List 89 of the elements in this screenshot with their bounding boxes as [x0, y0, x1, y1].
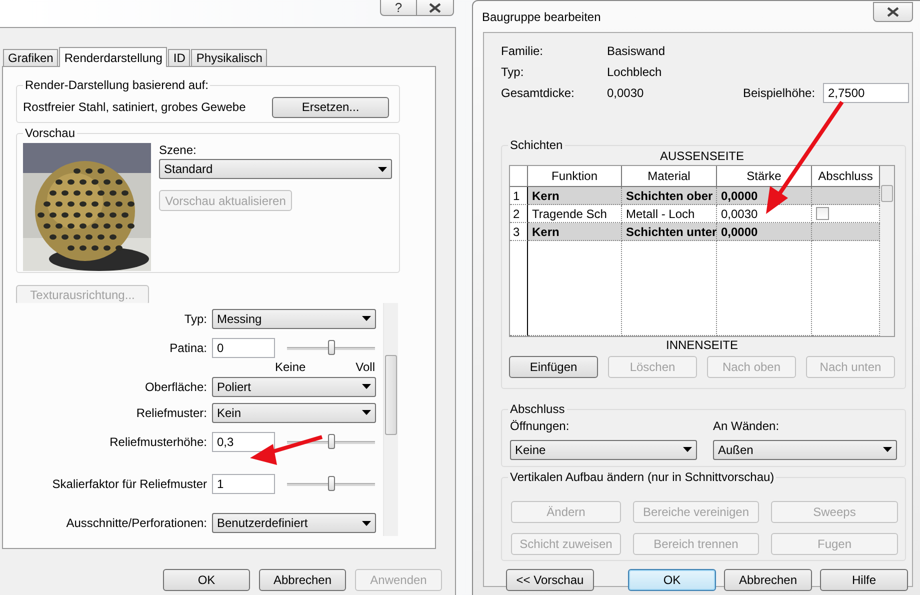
scale-label: Keine: [275, 360, 306, 374]
slider[interactable]: [287, 338, 375, 358]
table-cell: Kern: [528, 223, 622, 241]
dropdown-arrow-icon: [362, 384, 371, 390]
dropdown[interactable]: Kein: [212, 402, 376, 423]
scale-label: Voll: [356, 360, 375, 374]
checkbox[interactable]: [816, 207, 829, 220]
row-number: 1: [510, 187, 528, 205]
material-name: Rostfreier Stahl, satiniert, grobes Gewebe: [23, 100, 246, 114]
table-cell: Schichten unter: [622, 223, 717, 241]
close-icon: [887, 7, 899, 17]
field-value: Lochblech: [607, 64, 663, 80]
field-label: Gesamtdicke:: [501, 85, 576, 102]
close-button[interactable]: [873, 2, 913, 22]
field-value: 0,0030: [607, 85, 645, 102]
dropdown-arrow-icon: [362, 520, 371, 526]
column-header: Stärke: [717, 166, 812, 187]
scrollbar[interactable]: [383, 303, 398, 536]
field-label: Patina:: [168, 340, 207, 355]
field-label: An Wänden:: [713, 419, 780, 435]
tab[interactable]: Renderdarstellung: [59, 47, 168, 67]
table-cell: Schichten ober: [622, 187, 717, 205]
group-label: Render-Darstellung basierend auf:: [23, 78, 210, 92]
button[interactable]: Einfügen: [509, 356, 598, 378]
window-title: Baugruppe bearbeiten: [482, 10, 601, 24]
dropdown-arrow-icon: [378, 166, 387, 172]
tab[interactable]: ID: [168, 49, 190, 66]
column-header: Abschluss: [812, 166, 880, 187]
input-field[interactable]: 2,7500: [823, 83, 909, 103]
field-label: Szene:: [159, 143, 198, 157]
table-cell[interactable]: Tragende Sch: [528, 205, 622, 223]
scrollbar-thumb[interactable]: [385, 355, 397, 435]
row-number: 3: [510, 223, 528, 241]
tab[interactable]: Grafiken: [3, 49, 58, 66]
dropdown-arrow-icon: [883, 447, 892, 452]
slider-thumb[interactable]: [328, 434, 335, 449]
button[interactable]: OK: [163, 569, 250, 591]
dropdown[interactable]: Außen: [713, 440, 897, 460]
dropdown-arrow-icon: [362, 410, 371, 416]
column-header: Material: [622, 166, 717, 187]
slider-thumb[interactable]: [328, 476, 335, 491]
field-label: Familie:: [501, 42, 544, 60]
field-label: Typ:: [183, 312, 207, 326]
side-label: AUSSENSEITE: [658, 149, 746, 165]
scrollbar[interactable]: [880, 166, 894, 336]
tab[interactable]: Physikalisch: [191, 49, 268, 66]
field-value: Basiswand: [607, 42, 666, 60]
field-label: Reliefmusterhöhe:: [108, 434, 207, 449]
column-header: Funktion: [528, 166, 622, 187]
dropdown[interactable]: Benutzerdefiniert: [212, 513, 376, 534]
dropdown-arrow-icon: [362, 316, 371, 322]
table-cell[interactable]: 0,0030: [717, 205, 812, 223]
replace-button[interactable]: Ersetzen...: [272, 96, 389, 118]
input-field[interactable]: 1: [212, 474, 275, 494]
dropdown[interactable]: Keine: [510, 440, 697, 460]
slider[interactable]: [287, 432, 375, 452]
button[interactable]: Abbrechen: [259, 569, 346, 591]
slider-thumb[interactable]: [328, 340, 335, 355]
field-label: Beispielhöhe:: [743, 85, 816, 102]
input-field[interactable]: 0: [212, 338, 275, 358]
table-cell: Kern: [528, 187, 622, 205]
field-label: Typ:: [501, 64, 525, 80]
button[interactable]: OK: [628, 569, 716, 591]
dropdown[interactable]: Messing: [212, 308, 376, 329]
table-cell[interactable]: Metall - Loch: [622, 205, 717, 223]
close-icon: [429, 2, 441, 12]
dropdown-arrow-icon: [683, 447, 692, 452]
button[interactable]: << Vorschau: [506, 569, 594, 591]
field-label: Öffnungen:: [510, 419, 570, 435]
button[interactable]: Abbrechen: [724, 569, 812, 591]
scrollbar-thumb[interactable]: [881, 185, 893, 202]
group-label: Schichten: [508, 138, 565, 152]
scene-dropdown[interactable]: Standard: [159, 159, 392, 179]
field-label: Reliefmuster:: [135, 406, 207, 420]
row-number: 2: [510, 205, 528, 223]
field-label: Ausschnitte/Perforationen:: [65, 516, 207, 530]
table-cell: 0,0000: [717, 223, 812, 241]
side-label: INNENSEITE: [664, 338, 739, 354]
dropdown[interactable]: Poliert: [212, 376, 376, 397]
field-label: Oberfläche:: [144, 380, 207, 394]
slider[interactable]: [287, 474, 375, 494]
help-button[interactable]: ?: [380, 0, 417, 16]
group-label: Vorschau: [23, 126, 78, 140]
button[interactable]: Hilfe: [820, 569, 908, 591]
group-label: Vertikalen Aufbau ändern (nur in Schnittvorschau): [508, 470, 776, 484]
input-field[interactable]: 0,3: [212, 432, 275, 452]
close-button[interactable]: [417, 0, 454, 16]
field-label: Skalierfaktor für Reliefmuster: [51, 476, 207, 491]
group-label: Abschluss: [508, 402, 567, 416]
